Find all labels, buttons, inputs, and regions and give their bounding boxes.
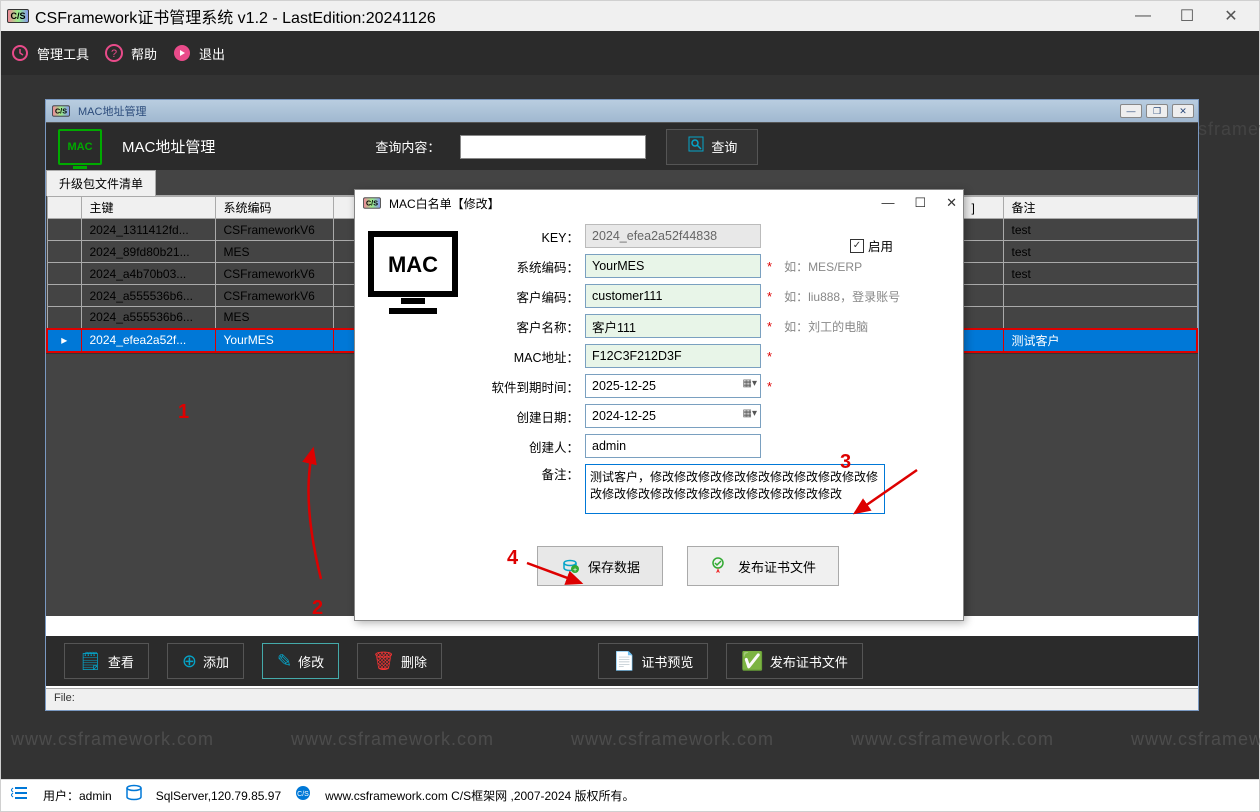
delete-icon: 🗑 [372, 651, 395, 672]
user-icon [11, 784, 31, 807]
search-button[interactable]: 查询 [666, 129, 758, 165]
dialog-titlebar: C/S MAC白名单【修改】 — ☐ ✕ [355, 190, 963, 216]
minimize-button[interactable]: — [1121, 2, 1165, 30]
mdi-header: MAC MAC地址管理 查询内容： 查询 [46, 122, 1198, 170]
delete-button[interactable]: 🗑删除 [357, 643, 442, 679]
cert-publish-icon [710, 555, 730, 578]
site-icon: C/S [293, 784, 313, 807]
edit-button[interactable]: ✎修改 [262, 643, 339, 679]
dialog-logo-icon: C/S [363, 197, 381, 208]
dialog-minimize-button[interactable]: — [881, 195, 894, 211]
search-label: 查询内容： [375, 137, 440, 156]
menu-exit[interactable]: 退出 [171, 42, 225, 64]
datepicker-icon[interactable]: ▦▾ [743, 378, 757, 389]
status-db: SqlServer,120.79.85.97 [156, 789, 281, 803]
view-icon: 🗒 [79, 651, 102, 672]
col-pk[interactable]: 主键 [81, 197, 215, 219]
status-bar: 用户：admin SqlServer,120.79.85.97 C/S www.… [1, 779, 1259, 811]
cert-preview-button[interactable]: 📄证书预览 [598, 643, 708, 679]
custname-field[interactable] [585, 314, 761, 338]
mac-icon: MAC [58, 129, 102, 165]
mdi-statusbar: File: [46, 688, 1198, 710]
publish-icon: ✅ [741, 651, 763, 672]
window-title: CSFramework证书管理系统 v1.2 - LastEdition:202… [35, 4, 436, 28]
expire-field[interactable] [585, 374, 761, 398]
key-field [585, 224, 761, 248]
help-icon: ? [103, 42, 125, 64]
add-icon: ⊕ [182, 651, 197, 672]
svg-text:+: + [573, 567, 577, 574]
status-site: www.csframework.com C/S框架网 ,2007-2024 版权… [325, 787, 634, 804]
save-icon: + [560, 555, 580, 578]
datepicker-icon[interactable]: ▦▾ [743, 408, 757, 419]
publish-cert-button[interactable]: 发布证书文件 [687, 546, 839, 586]
svg-text:C/S: C/S [297, 791, 309, 798]
exit-icon [171, 42, 193, 64]
menu-admin-tools[interactable]: 管理工具 [9, 42, 89, 64]
close-button[interactable]: ✕ [1209, 2, 1253, 30]
mac-field[interactable] [585, 344, 761, 368]
main-menu-bar: 管理工具 ? 帮助 退出 [1, 31, 1259, 75]
admin-tools-icon [9, 42, 31, 64]
mdi-restore-button[interactable]: ❐ [1146, 104, 1168, 118]
custcode-field[interactable] [585, 284, 761, 308]
preview-icon: 📄 [613, 651, 635, 672]
createdate-field[interactable] [585, 404, 761, 428]
tab-upgrade-list[interactable]: 升级包文件清单 [46, 170, 156, 196]
dialog-close-button[interactable]: ✕ [946, 195, 957, 211]
edit-dialog: C/S MAC白名单【修改】 — ☐ ✕ MAC ✓ 启用 KEY： 系统编码：… [354, 189, 964, 621]
add-button[interactable]: ⊕添加 [167, 643, 244, 679]
app-logo-icon: C/S [7, 9, 29, 23]
search-icon [687, 135, 705, 158]
edit-icon: ✎ [277, 651, 292, 672]
db-icon [124, 784, 144, 807]
enable-checkbox[interactable]: ✓ 启用 [850, 236, 893, 255]
syscode-field[interactable] [585, 254, 761, 278]
mdi-close-button[interactable]: ✕ [1172, 104, 1194, 118]
cert-publish-button[interactable]: ✅发布证书文件 [726, 643, 862, 679]
mdi-header-title: MAC地址管理 [122, 136, 215, 157]
search-input[interactable] [460, 135, 646, 159]
col-sys[interactable]: 系统编码 [215, 197, 333, 219]
maximize-button[interactable]: ☐ [1165, 2, 1209, 30]
svg-text:?: ? [111, 48, 117, 60]
col-note[interactable]: 备注 [1003, 197, 1197, 219]
mdi-toolbar: 🗒查看 ⊕添加 ✎修改 🗑删除 📄证书预览 ✅发布证书文件 [46, 636, 1198, 686]
dialog-mac-icon: MAC [365, 230, 475, 325]
status-user: 用户：admin [43, 787, 112, 804]
svg-text:MAC: MAC [388, 252, 438, 277]
mdi-titlebar: C/S MAC地址管理 — ❐ ✕ [46, 100, 1198, 122]
dialog-maximize-button[interactable]: ☐ [914, 195, 926, 211]
view-button[interactable]: 🗒查看 [64, 643, 149, 679]
window-titlebar: C/S CSFramework证书管理系统 v1.2 - LastEdition… [1, 1, 1259, 31]
creator-field[interactable] [585, 434, 761, 458]
checkbox-icon: ✓ [850, 239, 864, 253]
mdi-minimize-button[interactable]: — [1120, 104, 1142, 118]
menu-help[interactable]: ? 帮助 [103, 42, 157, 64]
save-button[interactable]: + 保存数据 [537, 546, 663, 586]
remark-field[interactable] [585, 464, 885, 514]
mdi-logo-icon: C/S [52, 105, 70, 116]
